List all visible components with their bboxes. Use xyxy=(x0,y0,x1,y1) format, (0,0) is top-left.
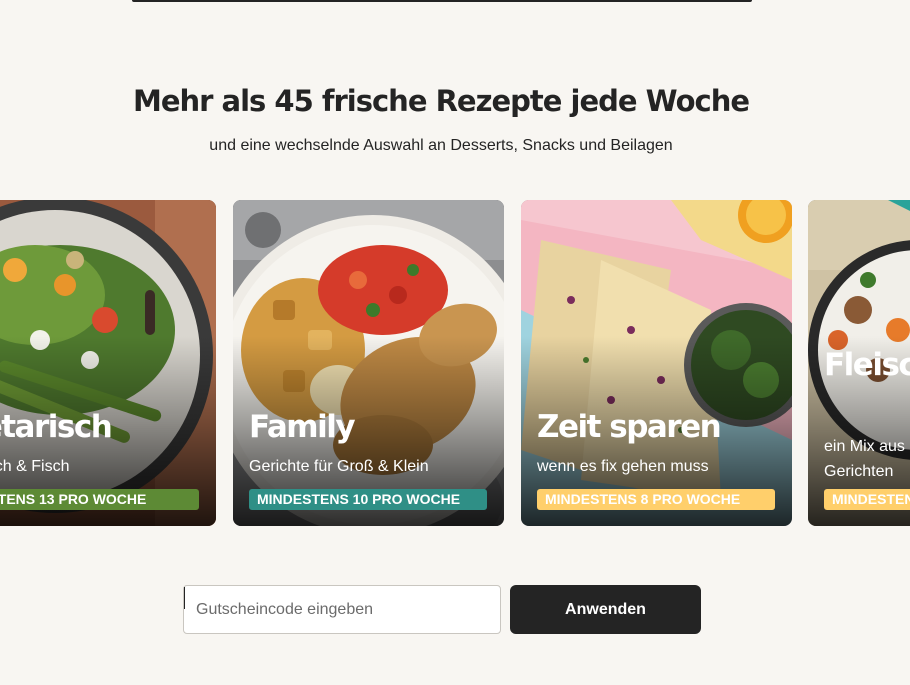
card-badge: MINDESTENS 8 PRO WOCHE xyxy=(537,489,775,510)
card-subtitle: Gerichte für Groß & Klein xyxy=(249,458,429,475)
section-heading: Mehr als 45 frische Rezepte jede Woche xyxy=(132,84,750,118)
card-subtitle: wenn es fix gehen muss xyxy=(537,458,709,475)
section-subheading: und eine wechselnde Auswahl an Desserts,… xyxy=(209,137,673,154)
card-title: Family xyxy=(249,409,356,445)
card-badge: DESTENS 13 PRO WOCHE xyxy=(0,489,199,510)
card-title: Fleisch Gemüs xyxy=(824,347,910,383)
card-title: getarisch xyxy=(0,409,113,445)
card-badge: MINDESTENS 10 PRO WOCHE xyxy=(249,489,487,510)
coupon-code-input[interactable] xyxy=(183,585,501,634)
category-card-family[interactable]: Family Gerichte für Groß & Klein MINDEST… xyxy=(233,200,504,526)
category-card-vegetarian[interactable]: getarisch Fleisch & Fisch DESTENS 13 PRO… xyxy=(0,200,216,526)
card-badge: MINDESTEN xyxy=(824,489,910,510)
card-subtitle: Fleisch & Fisch xyxy=(0,458,70,475)
recipe-category-carousel: getarisch Fleisch & Fisch DESTENS 13 PRO… xyxy=(0,200,910,526)
category-card-time-saver[interactable]: Zeit sparen wenn es fix gehen muss MINDE… xyxy=(521,200,792,526)
top-divider xyxy=(132,0,752,2)
card-subtitle: ein Mix aus Gerichten xyxy=(824,438,905,480)
text-caret xyxy=(184,587,185,609)
category-card-meat-vegetables[interactable]: Fleisch Gemüs ein Mix aus Gerichten MIND… xyxy=(808,200,910,526)
apply-coupon-button[interactable]: Anwenden xyxy=(510,585,701,634)
card-title: Zeit sparen xyxy=(537,409,722,445)
